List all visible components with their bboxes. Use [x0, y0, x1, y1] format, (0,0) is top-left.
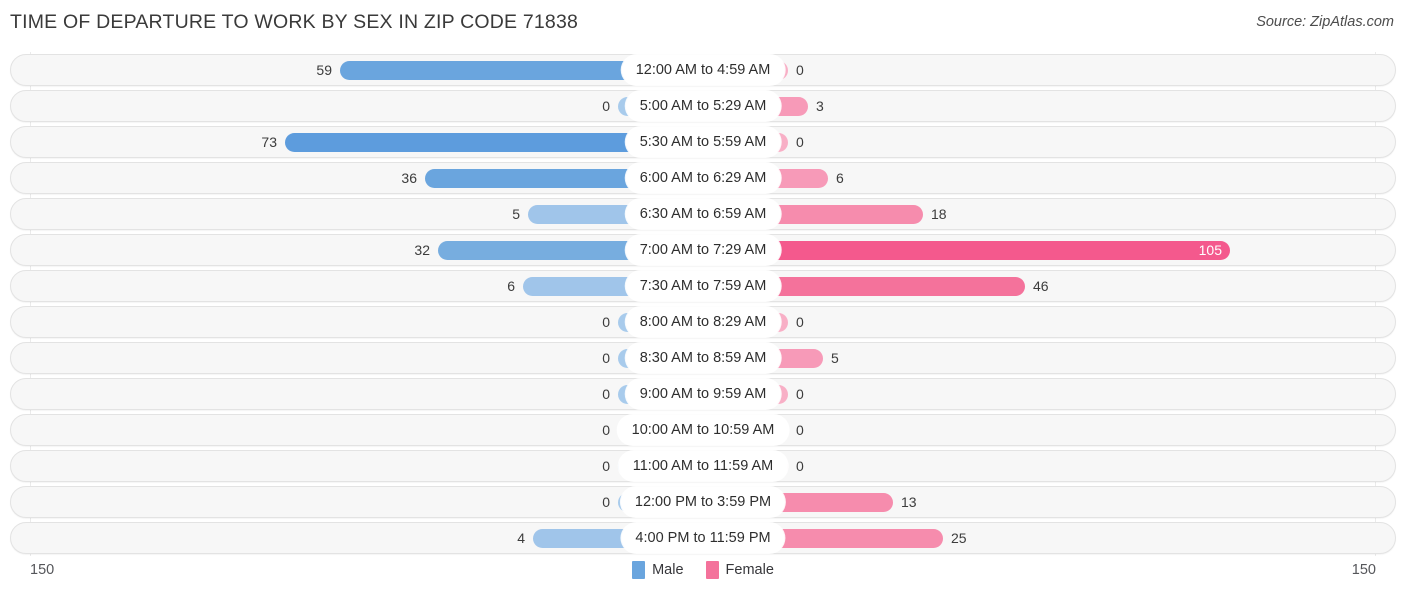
category-label: 8:30 AM to 8:59 AM — [625, 343, 781, 373]
legend-item-female[interactable]: Female — [705, 561, 774, 579]
bar-row[interactable]: 0 3 5:00 AM to 5:29 AM — [10, 88, 1396, 124]
bar-row[interactable]: 0 13 12:00 PM to 3:59 PM — [10, 484, 1396, 520]
chart-footer: 150 150 Male Female — [10, 556, 1396, 590]
legend-item-male[interactable]: Male — [632, 561, 684, 579]
category-label: 6:30 AM to 6:59 AM — [625, 199, 781, 229]
value-label-female: 18 — [931, 206, 947, 222]
page-title: TIME OF DEPARTURE TO WORK BY SEX IN ZIP … — [10, 11, 579, 33]
bar-row[interactable]: 0 0 10:00 AM to 10:59 AM — [10, 412, 1396, 448]
value-label-male: 0 — [602, 314, 610, 330]
value-label-male: 59 — [316, 62, 332, 78]
category-label: 12:00 AM to 4:59 AM — [621, 55, 785, 85]
value-label-female: 46 — [1033, 278, 1049, 294]
value-label-male: 4 — [517, 530, 525, 546]
category-label: 8:00 AM to 8:29 AM — [625, 307, 781, 337]
value-label-female: 0 — [796, 62, 804, 78]
category-label: 9:00 AM to 9:59 AM — [625, 379, 781, 409]
value-label-female: 0 — [796, 458, 804, 474]
category-label: 11:00 AM to 11:59 AM — [618, 451, 788, 481]
bar-row[interactable]: 73 0 5:30 AM to 5:59 AM — [10, 124, 1396, 160]
chart-root: TIME OF DEPARTURE TO WORK BY SEX IN ZIP … — [0, 0, 1406, 595]
value-label-female: 0 — [796, 422, 804, 438]
value-label-male: 0 — [602, 98, 610, 114]
legend-swatch-male-icon — [632, 561, 646, 579]
category-label: 7:30 AM to 7:59 AM — [625, 271, 781, 301]
value-label-male: 0 — [602, 422, 610, 438]
bar-row[interactable]: 36 6 6:00 AM to 6:29 AM — [10, 160, 1396, 196]
value-label-female: 0 — [796, 314, 804, 330]
bar-row[interactable]: 59 0 12:00 AM to 4:59 AM — [10, 52, 1396, 88]
value-label-female: 105 — [1198, 242, 1222, 258]
category-label: 6:00 AM to 6:29 AM — [625, 163, 781, 193]
bar-row[interactable]: 4 25 4:00 PM to 11:59 PM — [10, 520, 1396, 556]
category-label: 12:00 PM to 3:59 PM — [620, 487, 786, 517]
category-label: 7:00 AM to 7:29 AM — [625, 235, 781, 265]
chart-legend: Male Female — [10, 561, 1396, 579]
legend-label-female: Female — [725, 562, 774, 578]
bar-row[interactable]: 0 0 11:00 AM to 11:59 AM — [10, 448, 1396, 484]
value-label-male: 32 — [414, 242, 430, 258]
bar-row[interactable]: 0 5 8:30 AM to 8:59 AM — [10, 340, 1396, 376]
value-label-male: 0 — [602, 350, 610, 366]
value-label-male: 6 — [507, 278, 515, 294]
value-label-female: 0 — [796, 386, 804, 402]
bar-row[interactable]: 5 18 6:30 AM to 6:59 AM — [10, 196, 1396, 232]
value-label-female: 25 — [951, 530, 967, 546]
bar-row[interactable]: 6 46 7:30 AM to 7:59 AM — [10, 268, 1396, 304]
value-label-female: 0 — [796, 134, 804, 150]
value-label-male: 0 — [602, 386, 610, 402]
bar-rows-container: 59 0 12:00 AM to 4:59 AM 0 3 5:00 AM to 5:29 … — [10, 52, 1396, 556]
bar-row[interactable]: 32 105 7:00 AM to 7:29 AM — [10, 232, 1396, 268]
value-label-female: 5 — [831, 350, 839, 366]
legend-swatch-female-icon — [705, 561, 719, 579]
value-label-male: 73 — [261, 134, 277, 150]
category-label: 5:00 AM to 5:29 AM — [625, 91, 781, 121]
value-label-female: 6 — [836, 170, 844, 186]
category-label: 10:00 AM to 10:59 AM — [617, 415, 789, 445]
source-attribution: Source: ZipAtlas.com — [1256, 14, 1394, 30]
bar-row[interactable]: 0 0 9:00 AM to 9:59 AM — [10, 376, 1396, 412]
legend-label-male: Male — [652, 562, 684, 578]
value-label-female: 13 — [901, 494, 917, 510]
value-label-male: 0 — [602, 458, 610, 474]
value-label-female: 3 — [816, 98, 824, 114]
category-label: 4:00 PM to 11:59 PM — [621, 523, 785, 553]
category-label: 5:30 AM to 5:59 AM — [625, 127, 781, 157]
value-label-male: 5 — [512, 206, 520, 222]
chart-header: TIME OF DEPARTURE TO WORK BY SEX IN ZIP … — [0, 0, 1406, 44]
plot-area: 59 0 12:00 AM to 4:59 AM 0 3 5:00 AM to 5:29 … — [10, 52, 1396, 556]
bar-row[interactable]: 0 0 8:00 AM to 8:29 AM — [10, 304, 1396, 340]
value-label-male: 36 — [401, 170, 417, 186]
bar-female[interactable] — [703, 241, 1230, 260]
value-label-male: 0 — [602, 494, 610, 510]
